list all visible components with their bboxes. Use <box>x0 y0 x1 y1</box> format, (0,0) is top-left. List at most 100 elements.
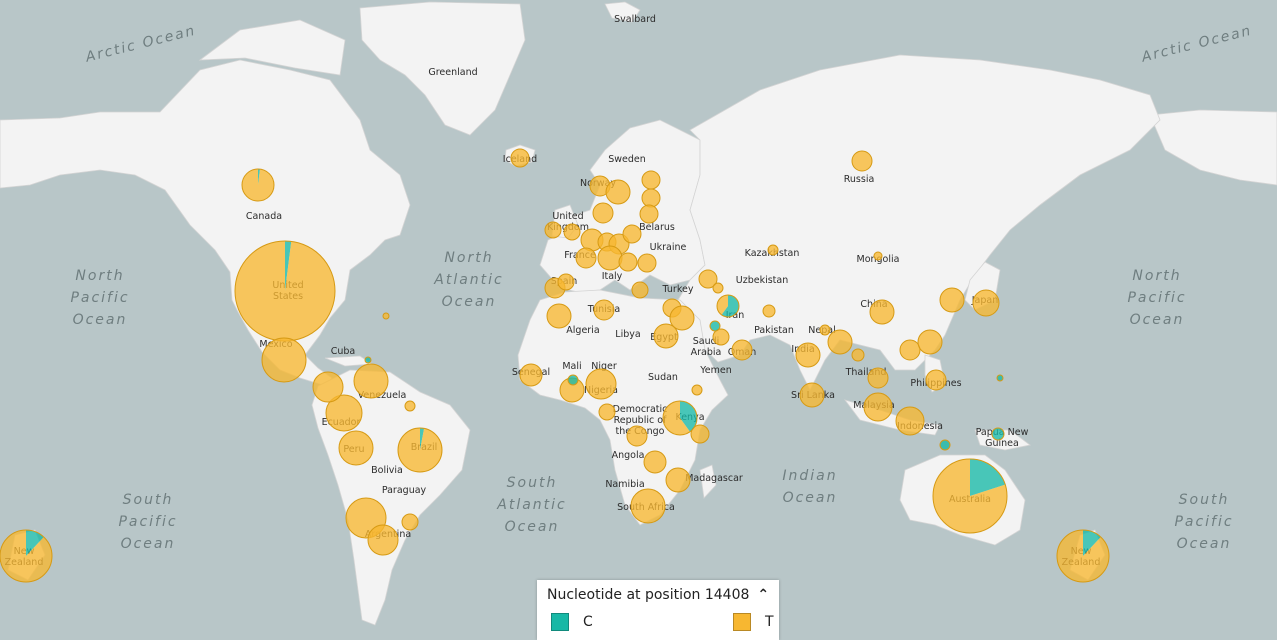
country-label-uzbekistan: Uzbekistan <box>736 275 788 286</box>
country-label-svalbard: Svalbard <box>614 14 656 25</box>
bubble-sample-3[interactable] <box>641 170 661 190</box>
bubble-sample-63[interactable] <box>819 324 831 336</box>
chevron-up-icon[interactable]: ⌃ <box>757 587 769 603</box>
bubble-sample-36[interactable] <box>939 287 965 313</box>
country-label-bolivia: Bolivia <box>371 465 403 476</box>
country-label-libya: Libya <box>615 329 640 340</box>
world-map[interactable]: Arctic Ocean Arctic OceanNorth Pacific Ocea… <box>0 0 1277 640</box>
bubble-new-zealand[interactable] <box>1056 529 1110 583</box>
bubble-sample-12[interactable] <box>622 224 642 244</box>
country-label-algeria: Algeria <box>566 325 599 336</box>
bubble-sample-39[interactable] <box>519 363 543 387</box>
bubble-sample-62[interactable] <box>873 251 883 261</box>
bubble-sample-37[interactable] <box>972 289 1000 317</box>
bubble-sample-16[interactable] <box>637 253 657 273</box>
bubble-sample-32[interactable] <box>851 348 865 362</box>
bubble-sample-41[interactable] <box>585 368 617 400</box>
bubble-sample-48[interactable] <box>338 430 374 466</box>
legend-title[interactable]: Nucleotide at position 14408 ⌃ <box>547 587 769 603</box>
bubble-sample-55[interactable] <box>895 406 925 436</box>
country-label-italy: Italy <box>602 271 623 282</box>
bubble-sample-4[interactable] <box>641 188 661 208</box>
bubble-sample-20[interactable] <box>593 299 615 321</box>
bubble-sample-13[interactable] <box>575 247 597 269</box>
bubble-australia[interactable] <box>932 458 1008 534</box>
legend-item-c[interactable]: C <box>551 612 593 632</box>
legend-swatch-t <box>733 613 751 631</box>
bubble-sample-54[interactable] <box>863 392 893 422</box>
bubble-sample-42[interactable] <box>598 403 616 421</box>
bubble-sample-24[interactable] <box>669 305 695 331</box>
ocean-label-north-pacific-east: North Pacific Ocean <box>1127 268 1186 328</box>
bubble-sample-c-1[interactable] <box>996 374 1004 382</box>
legend-label-c: C <box>583 614 593 630</box>
bubble-mexico[interactable] <box>261 337 307 383</box>
bubble-sample-56[interactable] <box>925 369 947 391</box>
bubble-sample-33[interactable] <box>799 382 825 408</box>
country-label-russia: Russia <box>844 174 875 185</box>
country-label-mali: Mali <box>562 361 581 372</box>
bubble-sample-2[interactable] <box>605 179 631 205</box>
bubble-sample-58[interactable] <box>691 384 703 396</box>
country-label-ukraine: Ukraine <box>650 242 687 253</box>
country-label-sudan: Sudan <box>648 372 678 383</box>
bubble-sample-52[interactable] <box>367 524 399 556</box>
bubble-canada[interactable] <box>241 168 275 202</box>
bubble-sample-0[interactable] <box>510 148 530 168</box>
bubble-sample-46[interactable] <box>630 488 666 524</box>
bubble-sample-34[interactable] <box>899 339 921 361</box>
bubble-united-states[interactable] <box>234 240 336 342</box>
bubble-sample-5[interactable] <box>639 204 659 224</box>
ocean-label-south-atlantic: South Atlantic Ocean <box>496 475 566 535</box>
bubble-sample-60[interactable] <box>382 312 390 320</box>
bubble-sample-c-4[interactable] <box>567 374 579 386</box>
bubble-sample-8[interactable] <box>563 223 581 241</box>
bubble-sample-29[interactable] <box>762 304 776 318</box>
bubble-sample-27[interactable] <box>731 339 753 361</box>
legend-title-text: Nucleotide at position 14408 <box>547 587 750 603</box>
bubble-sample-6[interactable] <box>592 202 614 224</box>
bubble-sample-21[interactable] <box>546 303 572 329</box>
bubble-new-zealand[interactable] <box>0 529 53 583</box>
bubble-sample-45[interactable] <box>665 467 691 493</box>
bubble-sample-50[interactable] <box>353 363 389 399</box>
ocean-label-north-pacific-west: North Pacific Ocean <box>70 268 129 328</box>
country-label-turkey: Turkey <box>662 284 694 295</box>
ocean-label-south-pacific-west: South Pacific Ocean <box>118 492 177 552</box>
legend-item-t[interactable]: T <box>733 612 774 632</box>
bubble-sample-c-3[interactable] <box>709 320 721 332</box>
country-label-cuba: Cuba <box>331 346 356 357</box>
country-label-sweden: Sweden <box>608 154 646 165</box>
bubble-sample-43[interactable] <box>626 425 648 447</box>
bubble-sample-59[interactable] <box>404 400 416 412</box>
bubble-sample-15[interactable] <box>618 252 638 272</box>
ocean-label-north-atlantic: North Atlantic Ocean <box>433 250 503 310</box>
bubble-sample-49[interactable] <box>312 371 344 403</box>
country-label-madagascar: Madagascar <box>685 473 743 484</box>
bubble-sample-c-0[interactable] <box>364 356 372 364</box>
bubble-sample-53[interactable] <box>401 513 419 531</box>
bubble-papua-new-guinea[interactable] <box>991 427 1005 441</box>
legend: Nucleotide at position 14408 ⌃ C T <box>537 580 779 640</box>
bubble-sample-26[interactable] <box>712 282 724 294</box>
bubble-sample-7[interactable] <box>544 221 562 239</box>
bubble-russia[interactable] <box>851 150 873 172</box>
country-label-namibia: Namibia <box>605 479 644 490</box>
ocean-label-south-pacific-east: South Pacific Ocean <box>1174 492 1233 552</box>
country-label-greenland: Greenland <box>428 67 477 78</box>
bubble-sample-31[interactable] <box>827 329 853 355</box>
bubble-brazil[interactable] <box>397 427 443 473</box>
bubble-sample-30[interactable] <box>795 342 821 368</box>
bubble-kenya[interactable] <box>662 400 698 436</box>
bubble-iran[interactable] <box>716 294 740 318</box>
bubble-sample-61[interactable] <box>767 244 779 256</box>
bubble-sample-14[interactable] <box>597 245 623 271</box>
bubble-sample-19[interactable] <box>631 281 649 299</box>
legend-label-t: T <box>765 614 774 630</box>
bubble-sample-18[interactable] <box>557 273 575 291</box>
bubble-sample-57[interactable] <box>867 367 889 389</box>
bubble-sample-c-2[interactable] <box>939 439 951 451</box>
bubble-sample-35[interactable] <box>917 329 943 355</box>
bubble-sample-44[interactable] <box>643 450 667 474</box>
bubble-sample-38[interactable] <box>869 299 895 325</box>
